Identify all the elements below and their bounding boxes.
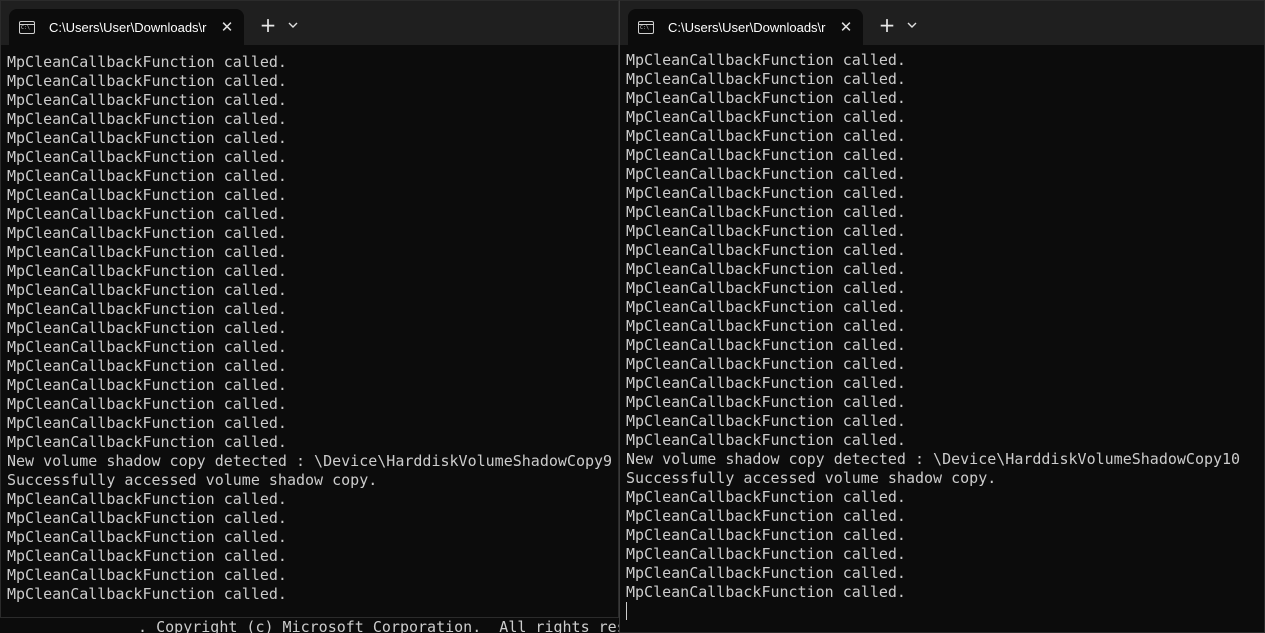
output-line: MpCleanCallbackFunction called. <box>626 526 906 544</box>
output-line: MpCleanCallbackFunction called. <box>7 509 287 527</box>
chevron-down-icon[interactable] <box>286 18 300 32</box>
output-line: MpCleanCallbackFunction called. <box>626 222 906 240</box>
output-line: MpCleanCallbackFunction called. <box>626 89 906 107</box>
output-line: MpCleanCallbackFunction called. <box>7 319 287 337</box>
terminal-window-right[interactable]: C:\Users\User\Downloads\r ✕ + MpCleanCal… <box>619 0 1265 633</box>
output-line: MpCleanCallbackFunction called. <box>7 376 287 394</box>
output-line: MpCleanCallbackFunction called. <box>7 528 287 546</box>
text-cursor <box>626 602 627 620</box>
output-line: Successfully accessed volume shadow copy… <box>626 469 997 487</box>
output-line: MpCleanCallbackFunction called. <box>626 127 906 145</box>
terminal-icon <box>19 20 35 34</box>
close-icon[interactable]: ✕ <box>217 17 237 37</box>
output-line: MpCleanCallbackFunction called. <box>7 547 287 565</box>
terminal-icon <box>638 20 654 34</box>
output-line: MpCleanCallbackFunction called. <box>626 184 906 202</box>
output-line: New volume shadow copy detected : \Devic… <box>7 452 613 470</box>
output-line: MpCleanCallbackFunction called. <box>7 357 287 375</box>
output-line: MpCleanCallbackFunction called. <box>626 507 906 525</box>
output-line: MpCleanCallbackFunction called. <box>626 146 906 164</box>
output-line: MpCleanCallbackFunction called. <box>626 336 906 354</box>
output-line: MpCleanCallbackFunction called. <box>626 393 906 411</box>
prompt-line[interactable] <box>626 602 1264 621</box>
output-line: MpCleanCallbackFunction called. <box>7 338 287 356</box>
terminal-tab[interactable]: C:\Users\User\Downloads\r ✕ <box>9 9 244 45</box>
title-bar[interactable]: C:\Users\User\Downloads\r ✕ + <box>1 1 618 45</box>
output-line: MpCleanCallbackFunction called. <box>626 260 906 278</box>
output-line: MpCleanCallbackFunction called. <box>7 585 287 603</box>
output-line: MpCleanCallbackFunction called. <box>626 51 906 69</box>
output-line: MpCleanCallbackFunction called. <box>7 281 287 299</box>
output-line: MpCleanCallbackFunction called. <box>7 490 287 508</box>
tab-title: C:\Users\User\Downloads\r <box>668 19 826 35</box>
output-line: MpCleanCallbackFunction called. <box>7 300 287 318</box>
output-line: MpCleanCallbackFunction called. <box>626 241 906 259</box>
output-line: MpCleanCallbackFunction called. <box>7 91 287 109</box>
output-line: MpCleanCallbackFunction called. <box>626 488 906 506</box>
output-line: MpCleanCallbackFunction called. <box>7 414 287 432</box>
terminal-tab[interactable]: C:\Users\User\Downloads\r ✕ <box>628 9 863 45</box>
terminal-output[interactable]: MpCleanCallbackFunction called. MpCleanCa… <box>626 51 1264 621</box>
output-line: MpCleanCallbackFunction called. <box>7 72 287 90</box>
output-line: MpCleanCallbackFunction called. <box>7 129 287 147</box>
output-line: MpCleanCallbackFunction called. <box>626 412 906 430</box>
output-line: MpCleanCallbackFunction called. <box>7 167 287 185</box>
output-line: MpCleanCallbackFunction called. <box>626 203 906 221</box>
desktop: . Copyright (c) Microsoft Corporation. A… <box>0 0 1265 633</box>
output-line: Successfully accessed volume shadow copy… <box>7 471 378 489</box>
plus-icon[interactable]: + <box>875 15 899 35</box>
output-line: MpCleanCallbackFunction called. <box>7 262 287 280</box>
title-bar[interactable]: C:\Users\User\Downloads\r ✕ + <box>620 1 1264 45</box>
terminal-window-left[interactable]: C:\Users\User\Downloads\r ✕ + MpCleanCal… <box>0 0 619 618</box>
output-line: MpCleanCallbackFunction called. <box>7 566 287 584</box>
output-line: MpCleanCallbackFunction called. <box>7 148 287 166</box>
output-line: MpCleanCallbackFunction called. <box>7 433 287 451</box>
output-line: MpCleanCallbackFunction called. <box>626 431 906 449</box>
output-line: MpCleanCallbackFunction called. <box>626 545 906 563</box>
output-line: MpCleanCallbackFunction called. <box>626 583 906 601</box>
output-line: MpCleanCallbackFunction called. <box>626 108 906 126</box>
output-line: MpCleanCallbackFunction called. <box>7 186 287 204</box>
output-line: MpCleanCallbackFunction called. <box>7 224 287 242</box>
chevron-down-icon[interactable] <box>905 18 919 32</box>
output-line: MpCleanCallbackFunction called. <box>626 355 906 373</box>
output-line: MpCleanCallbackFunction called. <box>7 205 287 223</box>
output-line: MpCleanCallbackFunction called. <box>7 53 287 71</box>
terminal-output[interactable]: MpCleanCallbackFunction called. MpCleanCa… <box>7 53 618 604</box>
background-console-text: . Copyright (c) Microsoft Corporation. A… <box>120 618 680 633</box>
output-line: MpCleanCallbackFunction called. <box>626 70 906 88</box>
output-line: MpCleanCallbackFunction called. <box>626 374 906 392</box>
output-line: MpCleanCallbackFunction called. <box>7 243 287 261</box>
output-line: MpCleanCallbackFunction called. <box>626 298 906 316</box>
output-line: New volume shadow copy detected : \Devic… <box>626 450 1241 468</box>
tab-title: C:\Users\User\Downloads\r <box>49 19 207 35</box>
close-icon[interactable]: ✕ <box>836 17 856 37</box>
output-line: MpCleanCallbackFunction called. <box>626 165 906 183</box>
output-line: MpCleanCallbackFunction called. <box>7 110 287 128</box>
output-line: MpCleanCallbackFunction called. <box>7 395 287 413</box>
output-line: MpCleanCallbackFunction called. <box>626 279 906 297</box>
output-line: MpCleanCallbackFunction called. <box>626 317 906 335</box>
output-line: MpCleanCallbackFunction called. <box>626 564 906 582</box>
plus-icon[interactable]: + <box>256 15 280 35</box>
